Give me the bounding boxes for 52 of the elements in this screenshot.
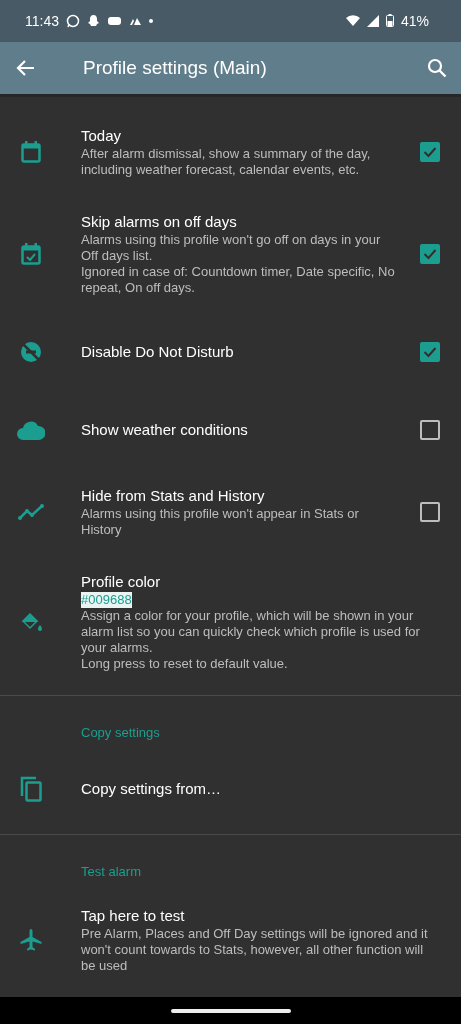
settings-item[interactable]: Profile color #009688 Assign a color for your profile, which will be shown in your alarm list so you can quickly check which profile is used for your alarms. Long press to reset to default value. (0, 555, 461, 689)
chat-bubble-icon (66, 14, 80, 28)
item-summary: Alarms using this profile won't appear in Stats or History (81, 506, 360, 538)
checkbox[interactable] (420, 142, 440, 162)
check-icon (423, 146, 437, 158)
checkbox[interactable] (420, 502, 440, 522)
settings-item[interactable]: Today After alarm dismissal, show a summary of the day, including weather forecast, calendar events, etc. (0, 109, 461, 195)
item-summary: Pre Alarm, Places and Off Day settings will be ignored and it won't count towards to Stats, however, all other function will be used (81, 926, 429, 974)
calendar-check-icon (20, 243, 41, 265)
check-icon (423, 248, 437, 260)
item-title: Profile color (81, 572, 161, 592)
screen-title: Profile settings (Main) (83, 57, 268, 79)
check-icon (423, 346, 437, 358)
cloud-icon (16, 420, 45, 440)
color-value: #009688 (81, 592, 132, 608)
item-title: Today (81, 126, 122, 146)
status-time: 11:43 (25, 13, 59, 29)
item-title: Tap here to test (81, 906, 185, 926)
item-title: Copy settings from… (81, 779, 222, 799)
settings-item[interactable]: Tap here to test Pre Alarm, Places and Off Day settings will be ignored and it won't count towards to Stats, however, all other function will be used (0, 889, 461, 991)
copy-icon (19, 776, 42, 802)
checkbox[interactable] (420, 342, 440, 362)
trend-line-icon (17, 504, 44, 520)
airplane-icon (18, 928, 43, 952)
checkbox[interactable] (420, 420, 440, 440)
triangle-logo-icon (129, 16, 142, 26)
item-title: Hide from Stats and History (81, 486, 265, 506)
item-summary: Alarms using this profile won't go off on days in your Off days list. Ignored in case of: Countdown timer, Date specific, No repeat, On off days. (81, 232, 395, 296)
item-title: Show weather conditions (81, 420, 248, 440)
calendar-icon (20, 141, 41, 163)
section-header: Test alarm (80, 863, 142, 881)
item-title: Disable Do Not Disturb (81, 342, 234, 362)
settings-item[interactable]: Copy settings from… (0, 750, 461, 828)
item-summary: Assign a color for your profile, which will be shown in your alarm list so you can quickly check which profile is used for your alarms. Long press to reset to default value. (81, 608, 421, 672)
settings-item[interactable]: Skip alarms on off days Alarms using this profile won't go off on days in your Off days list. Ignored in case of: Countdown timer, Date specific, No repeat, On off days. (0, 195, 461, 313)
search-icon (427, 58, 447, 78)
item-title: Skip alarms on off days (81, 212, 237, 232)
checkbox[interactable] (420, 244, 440, 264)
battery-icon (385, 14, 394, 28)
do-not-disturb-off-icon (18, 340, 43, 364)
dot-icon (149, 19, 153, 23)
section-header: Copy settings (80, 724, 161, 742)
settings-item[interactable]: Hide from Stats and History Alarms using this profile won't appear in Stats or History (0, 469, 461, 555)
signal-icon (366, 15, 379, 27)
settings-item[interactable]: Show weather conditions (0, 391, 461, 469)
back-arrow-icon (16, 58, 36, 78)
item-summary: After alarm dismissal, show a summary of the day, including weather forecast, calendar events, etc. (81, 146, 372, 178)
ghost-icon (87, 14, 100, 28)
wifi-icon (345, 15, 360, 27)
settings-item[interactable]: Disable Do Not Disturb (0, 313, 461, 391)
battery-percent: 41% (400, 13, 429, 29)
home-handle[interactable] (170, 1008, 291, 1013)
